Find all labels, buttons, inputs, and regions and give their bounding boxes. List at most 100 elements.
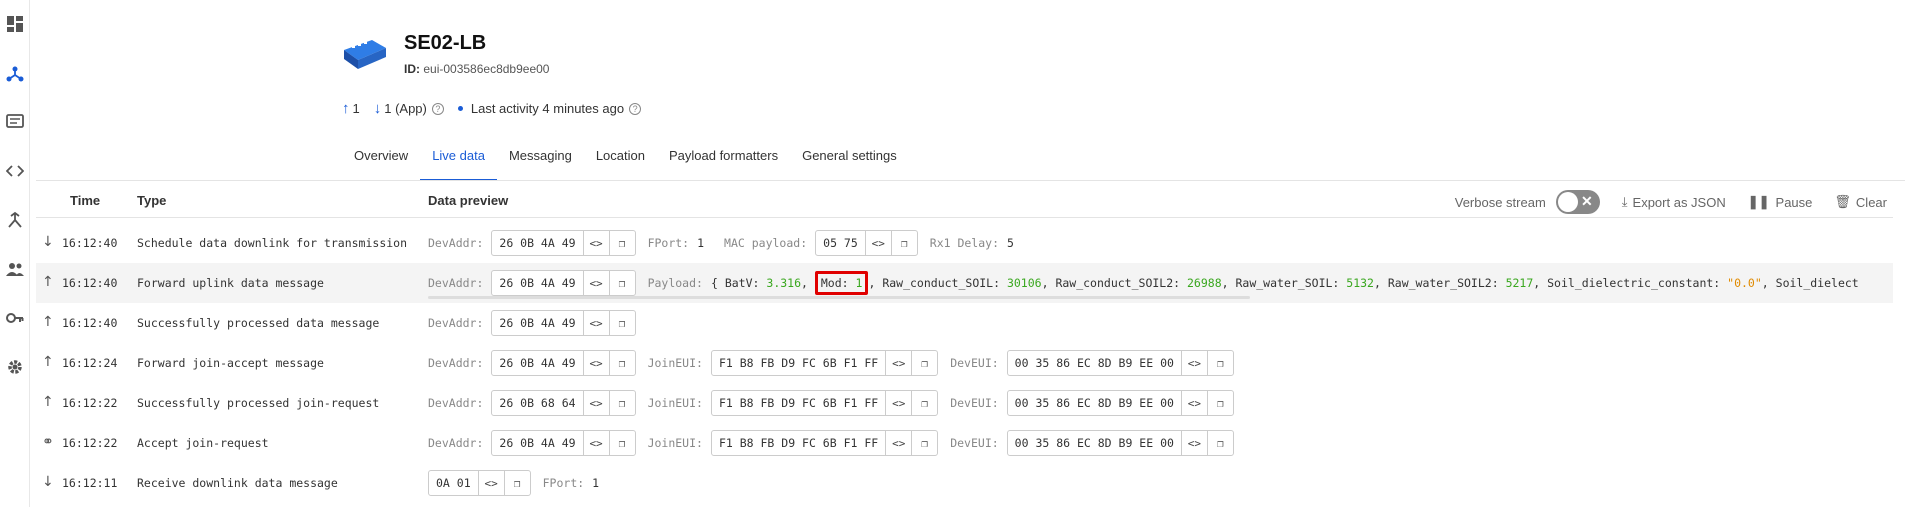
row-type: Successfully processed join-request <box>137 396 380 410</box>
users-icon[interactable] <box>5 259 25 279</box>
settings-icon[interactable] <box>5 357 25 377</box>
code-toggle-icon[interactable]: <> <box>885 391 911 415</box>
code-toggle-icon[interactable]: <> <box>1180 351 1207 375</box>
row-time: 16:12:22 <box>62 436 118 450</box>
code-toggle-icon[interactable]: <> <box>1180 431 1207 455</box>
horizontal-scrollbar[interactable] <box>428 296 1250 299</box>
code-toggle-icon[interactable]: <> <box>864 231 891 255</box>
help-icon[interactable]: ? <box>431 102 444 115</box>
tab-overview[interactable]: Overview <box>342 145 420 181</box>
table-row[interactable]: ↓ 16:12:40 Schedule data downlink for tr… <box>36 223 1893 263</box>
device-tabs: Overview Live data Messaging Location Pa… <box>342 145 909 181</box>
applications-icon[interactable] <box>5 64 25 84</box>
table-row[interactable]: ↑ 16:12:40 Successfully processed data m… <box>36 303 1893 343</box>
code-toggle-icon[interactable]: <> <box>582 271 609 295</box>
copy-icon[interactable]: ❐ <box>911 351 937 375</box>
devaddr-field: 26 0B 68 64 <> ❐ <box>491 390 636 416</box>
copy-icon[interactable]: ❐ <box>608 351 635 375</box>
table-row[interactable]: ↑ 16:12:22 Successfully processed join-r… <box>36 383 1893 423</box>
code-toggle-icon[interactable]: <> <box>582 231 609 255</box>
code-toggle-icon[interactable]: <> <box>582 351 609 375</box>
copy-icon[interactable]: ❐ <box>503 471 530 495</box>
highlight-box: Mod: 1 <box>814 271 869 295</box>
toggle-switch[interactable]: ✕ <box>1555 190 1600 214</box>
copy-icon[interactable]: ❐ <box>911 431 937 455</box>
row-time: 16:12:40 <box>62 276 118 290</box>
table-row[interactable]: ↑ 16:12:40 Forward uplink data message D… <box>36 263 1893 303</box>
key-icon[interactable] <box>5 308 25 328</box>
verbose-stream-toggle[interactable]: Verbose stream ✕ <box>1455 190 1600 214</box>
stream-controls: Verbose stream ✕ ⤓ Export as JSON ❚❚ Pause… <box>1433 190 1887 214</box>
copy-icon[interactable]: ❐ <box>608 231 635 255</box>
devaddr-field: 26 0B 4A 49 <> ❐ <box>491 310 636 336</box>
clear-button[interactable]: 🗑 Clear <box>1834 194 1887 210</box>
tab-payload-formatters[interactable]: Payload formatters <box>657 145 790 181</box>
row-preview: DevAddr: 26 0B 4A 49 <> ❐ <box>428 310 648 336</box>
mac-payload-field: 05 75 <> ❐ <box>815 230 918 256</box>
row-type: Schedule data downlink for transmission <box>137 236 408 250</box>
tab-general-settings[interactable]: General settings <box>790 145 909 181</box>
uplink-count: ↑ 1 <box>342 100 360 117</box>
copy-icon[interactable]: ❐ <box>608 431 635 455</box>
copy-icon[interactable]: ❐ <box>1206 431 1233 455</box>
row-type: Accept join-request <box>137 436 269 450</box>
help-icon[interactable]: ? <box>629 102 642 115</box>
code-toggle-icon[interactable]: <> <box>477 471 504 495</box>
copy-icon[interactable]: ❐ <box>911 391 937 415</box>
column-type[interactable]: Type <box>137 193 166 208</box>
sidebar <box>0 0 30 507</box>
table-row[interactable]: ↑ 16:12:24 Forward join-accept message D… <box>36 343 1893 383</box>
joineui-field: F1 B8 FB D9 FC 6B F1 FF <> ❐ <box>710 350 939 376</box>
code-toggle-icon[interactable]: <> <box>582 391 609 415</box>
arrow-down-icon: ↓ <box>42 474 54 490</box>
arrow-up-icon: ↑ <box>42 274 54 290</box>
column-time[interactable]: Time <box>70 193 100 208</box>
row-type: Forward join-accept message <box>137 356 324 370</box>
tab-live-data[interactable]: Live data <box>420 145 497 181</box>
row-time: 16:12:11 <box>62 476 118 490</box>
copy-icon[interactable]: ❐ <box>608 391 635 415</box>
download-icon: ⤓ <box>1621 194 1628 209</box>
deveui-field: 00 35 86 EC 8D B9 EE 00 <> ❐ <box>1006 430 1234 456</box>
row-preview: DevAddr: 26 0B 4A 49 <> ❐ JoinEUI: F1 B8 F… <box>428 430 1246 456</box>
devaddr-field: 26 0B 4A 49 <> ❐ <box>491 270 636 296</box>
arrow-down-icon: ↓ <box>42 234 54 250</box>
downlink-count: ↓ 1 (App)? <box>374 100 444 117</box>
code-toggle-icon[interactable]: <> <box>1180 391 1207 415</box>
copy-icon[interactable]: ❐ <box>608 311 635 335</box>
gateway-icon[interactable] <box>5 210 25 230</box>
devaddr-field: 26 0B 4A 49 <> ❐ <box>491 350 636 376</box>
pause-button[interactable]: ❚❚ Pause <box>1748 194 1813 210</box>
messages-icon[interactable] <box>5 112 25 132</box>
table-row[interactable]: ⚭ 16:12:22 Accept join-request DevAddr: … <box>36 423 1893 463</box>
export-json-button[interactable]: ⤓ Export as JSON <box>1622 194 1726 210</box>
code-icon[interactable] <box>5 161 25 181</box>
row-type: Successfully processed data message <box>137 316 380 330</box>
row-preview: DevAddr: 26 0B 4A 49 <> ❐ Payload: { BatV:… <box>428 270 1859 296</box>
code-toggle-icon[interactable]: <> <box>582 431 609 455</box>
row-type: Forward uplink data message <box>137 276 324 290</box>
devaddr-field: 26 0B 4A 49 <> ❐ <box>491 230 636 256</box>
row-preview: 0A 01 <> ❐ FPort: 1 <box>428 470 619 496</box>
row-preview: DevAddr: 26 0B 4A 49 <> ❐ JoinEUI: F1 B8 F… <box>428 350 1246 376</box>
tab-messaging[interactable]: Messaging <box>497 145 584 181</box>
row-type: Receive downlink data message <box>137 476 338 490</box>
verbose-stream-label: Verbose stream <box>1454 194 1546 210</box>
link-icon: ⚭ <box>42 434 54 450</box>
column-data-preview: Data preview <box>428 193 509 208</box>
copy-icon[interactable]: ❐ <box>1206 391 1233 415</box>
copy-icon[interactable]: ❐ <box>1206 351 1233 375</box>
arrow-up-icon: ↑ <box>42 394 54 410</box>
device-stats: ↑ 1 ↓ 1 (App)? Last activity 4 minutes ago… <box>342 100 655 117</box>
code-toggle-icon[interactable]: <> <box>885 431 911 455</box>
code-toggle-icon[interactable]: <> <box>885 351 911 375</box>
table-row[interactable]: ↓ 16:12:11 Receive downlink data message… <box>36 463 1893 503</box>
joineui-field: F1 B8 FB D9 FC 6B F1 FF <> ❐ <box>710 430 939 456</box>
tab-location[interactable]: Location <box>584 145 657 181</box>
decoded-payload: { BatV: 3.316, Mod: 1, Raw_conduct_SOIL:… <box>711 271 1859 295</box>
copy-icon[interactable]: ❐ <box>608 271 635 295</box>
row-time: 16:12:22 <box>62 396 118 410</box>
code-toggle-icon[interactable]: <> <box>582 311 609 335</box>
dashboard-icon[interactable] <box>5 14 25 34</box>
copy-icon[interactable]: ❐ <box>890 231 917 255</box>
